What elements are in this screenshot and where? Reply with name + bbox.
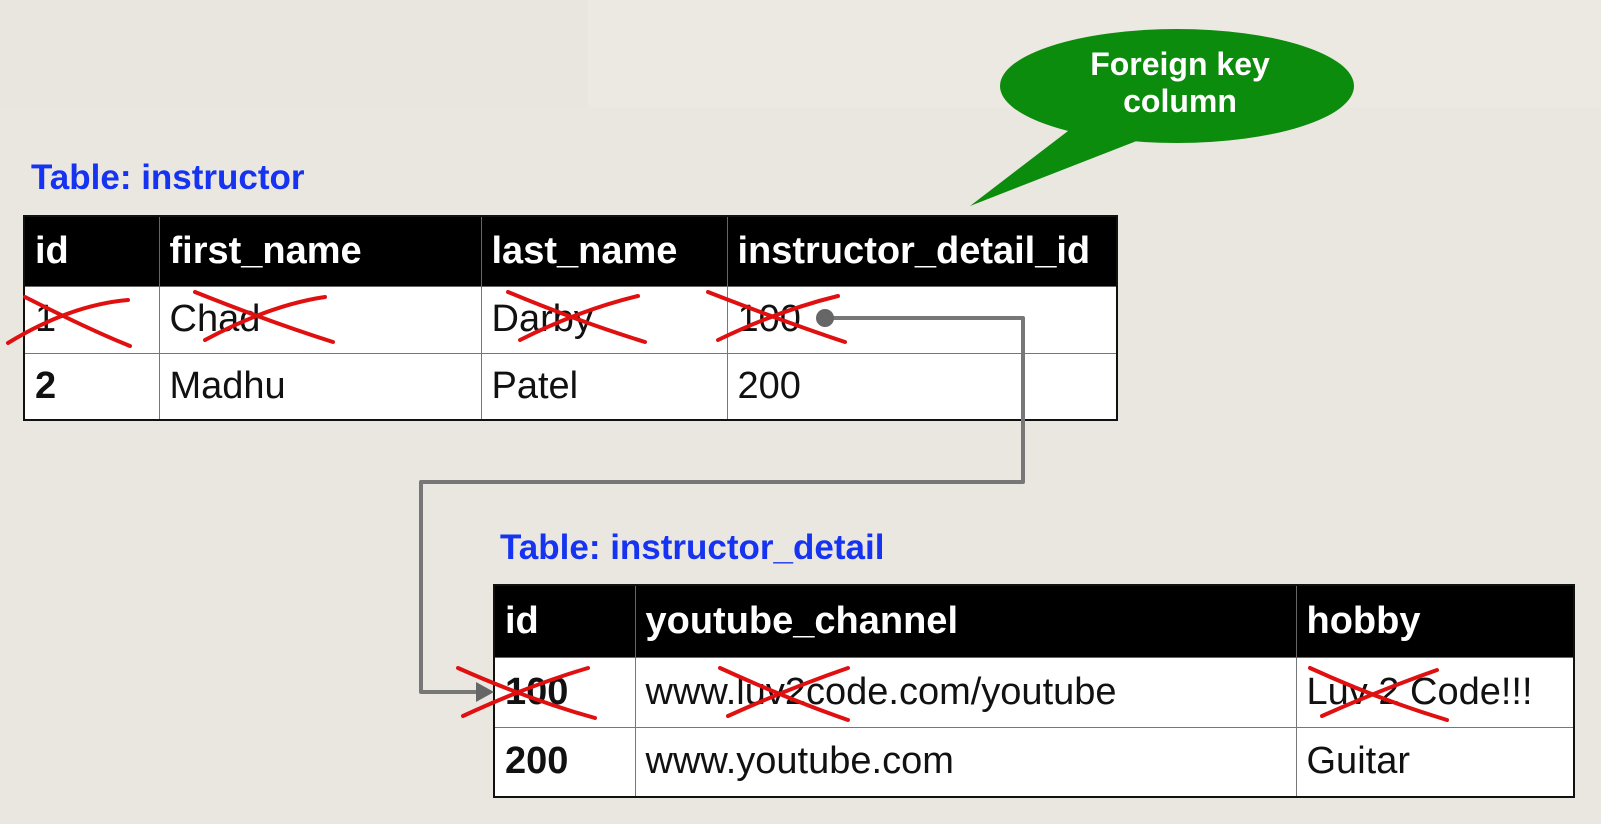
cell-id: 200 xyxy=(493,726,636,798)
cell-instructor-detail-id: 200 xyxy=(726,352,1118,421)
cell-id: 100 xyxy=(493,656,636,728)
instructor-detail-table-title: Table: instructor_detail xyxy=(500,528,885,567)
column-header-id: id xyxy=(23,215,160,287)
column-header-first-name: first_name xyxy=(158,215,482,287)
instructor-detail-table: id youtube_channel hobby 100 www.luv2cod… xyxy=(493,584,1575,798)
cell-first-name: Chad xyxy=(158,285,482,354)
instructor-table-title: Table: instructor xyxy=(31,158,305,197)
cell-last-name: Darby xyxy=(480,285,728,354)
callout-text: Foreign key column xyxy=(1090,46,1270,119)
table-row: 2 Madhu Patel 200 xyxy=(23,352,1118,421)
instructor-table: id first_name last_name instructor_detai… xyxy=(23,215,1118,421)
column-header-last-name: last_name xyxy=(480,215,728,287)
header-row: id youtube_channel hobby xyxy=(493,584,1575,658)
table-row: 1 Chad Darby 100 xyxy=(23,285,1118,354)
column-header-instructor-detail-id: instructor_detail_id xyxy=(726,215,1118,287)
column-header-youtube-channel: youtube_channel xyxy=(634,584,1297,658)
cell-hobby: Guitar xyxy=(1295,726,1575,798)
cell-hobby: Luv 2 Code!!! xyxy=(1295,656,1575,728)
cell-instructor-detail-id: 100 xyxy=(726,285,1118,354)
cell-first-name: Madhu xyxy=(158,352,482,421)
cell-id: 1 xyxy=(23,285,160,354)
cell-id: 2 xyxy=(23,352,160,421)
table-row: 200 www.youtube.com Guitar xyxy=(493,726,1575,798)
cell-last-name: Patel xyxy=(480,352,728,421)
table-row: 100 www.luv2code.com/youtube Luv 2 Code!… xyxy=(493,656,1575,728)
cell-youtube-channel: www.youtube.com xyxy=(634,726,1297,798)
cell-youtube-channel: www.luv2code.com/youtube xyxy=(634,656,1297,728)
header-row: id first_name last_name instructor_detai… xyxy=(23,215,1118,287)
column-header-id: id xyxy=(493,584,636,658)
column-header-hobby: hobby xyxy=(1295,584,1575,658)
